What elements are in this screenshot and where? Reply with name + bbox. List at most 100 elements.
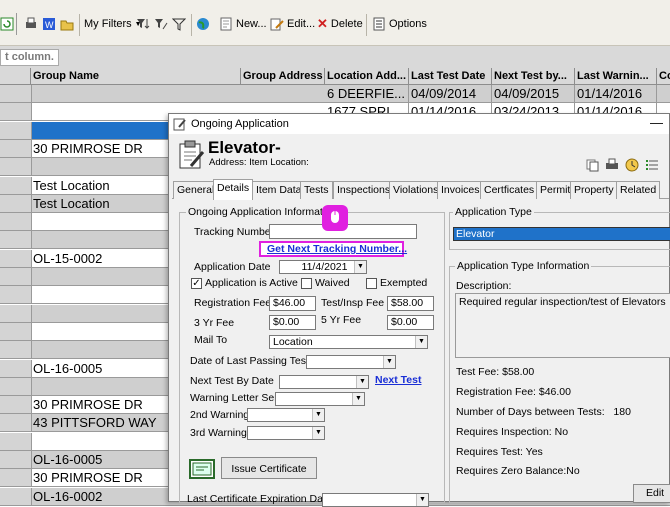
tab-invoices[interactable]: Invoices	[437, 181, 484, 199]
row-selector[interactable]	[0, 194, 32, 212]
tab-related[interactable]: Related	[616, 181, 661, 199]
word-export-button[interactable]: W	[42, 15, 56, 33]
group-by-hint[interactable]: t column.	[0, 49, 59, 66]
chevron-down-icon: ▼	[354, 261, 366, 273]
mail-to-label: Mail To	[194, 334, 228, 346]
description-label: Description:	[456, 280, 512, 292]
row-selector[interactable]	[0, 249, 32, 267]
new-label: New...	[236, 18, 267, 30]
last-passing-test-picker[interactable]: ▼	[306, 355, 396, 369]
tab-details[interactable]: Details	[213, 179, 254, 200]
issue-certificate-button[interactable]: Issue Certificate	[221, 457, 317, 479]
last-cert-expiration-picker[interactable]: ▼	[322, 493, 429, 507]
application-type-select[interactable]: Elevator	[453, 227, 670, 241]
warning-letter-sent-picker[interactable]: ▼	[275, 392, 365, 406]
row-selector[interactable]	[0, 451, 32, 468]
list-icon[interactable]	[645, 158, 659, 172]
open-folder-button[interactable]	[60, 15, 74, 33]
exempted-checkbox[interactable]	[366, 278, 377, 289]
row-selector[interactable]	[0, 213, 32, 231]
tab-violations[interactable]: Violations	[389, 181, 443, 199]
clock-icon[interactable]	[625, 158, 639, 172]
new-button[interactable]: New...	[219, 15, 267, 33]
folder-icon	[60, 20, 74, 31]
row-selector[interactable]	[0, 432, 32, 450]
tab-certificates[interactable]: Certficates	[480, 181, 539, 199]
edit-type-button[interactable]: Edit	[633, 484, 670, 503]
column-header-location-address[interactable]: Location Add...	[325, 68, 409, 85]
tab-permit[interactable]: Permit	[536, 181, 575, 199]
dialog-title-bar[interactable]: Ongoing Application —	[169, 114, 669, 134]
application-info-title: Ongoing Application Information	[186, 206, 339, 218]
tab-general[interactable]: General	[173, 181, 219, 199]
group-name-cell: 30 PRIMROSE DR	[33, 470, 143, 486]
filter-button[interactable]	[172, 15, 186, 33]
mail-to-select[interactable]: Location ▼	[269, 335, 428, 349]
tab-inspections[interactable]: Inspections	[333, 181, 395, 199]
copy-icon[interactable]	[585, 158, 599, 172]
row-selector[interactable]	[0, 158, 32, 176]
row-selector[interactable]	[0, 414, 32, 432]
filter-edit-button[interactable]	[154, 15, 168, 33]
column-header-group-address[interactable]: Group Address	[241, 68, 325, 85]
refresh-icon	[0, 17, 14, 31]
row-selector[interactable]	[0, 286, 32, 304]
tab-property[interactable]: Property	[570, 181, 618, 199]
application-date-picker[interactable]: 11/4/2021 ▼	[279, 260, 367, 274]
tab-item-data[interactable]: Item Data	[252, 181, 306, 199]
print-button[interactable]	[24, 15, 38, 33]
five-yr-fee-input[interactable]: $0.00	[387, 315, 434, 330]
printer-icon[interactable]	[605, 158, 619, 172]
delete-button[interactable]: ✕ Delete	[317, 15, 363, 33]
filter-sort-button[interactable]	[136, 15, 150, 33]
refresh-button[interactable]	[0, 13, 17, 35]
map-button[interactable]	[196, 15, 210, 33]
row-selector[interactable]	[0, 469, 32, 487]
main-toolbar: W My Filters ▼ New... Edit... ✕ Delete Op…	[0, 0, 670, 46]
row-selector[interactable]	[0, 322, 32, 340]
waived-checkbox[interactable]	[301, 278, 312, 289]
get-next-tracking-number-link[interactable]: Get Next Tracking Number...	[267, 243, 407, 255]
test-insp-fee-input[interactable]: $58.00	[387, 296, 434, 311]
row-selector[interactable]	[0, 103, 32, 121]
group-name-cell: Test Location	[33, 195, 110, 211]
column-header-next-test-by[interactable]: Next Test by...	[492, 68, 575, 85]
is-active-checkbox[interactable]: ✓	[191, 278, 202, 289]
row-selector[interactable]	[0, 121, 32, 139]
options-button[interactable]: Options	[372, 15, 427, 33]
edit-icon	[270, 18, 284, 31]
row-selector[interactable]	[0, 341, 32, 359]
group-name-cell	[31, 122, 171, 139]
row-selector[interactable]	[0, 396, 32, 414]
row-selector[interactable]	[0, 377, 32, 395]
registration-fee-input[interactable]: $46.00	[269, 296, 316, 311]
row-selector[interactable]	[0, 139, 32, 157]
column-header-last-test-date[interactable]: Last Test Date	[409, 68, 492, 85]
group-name-cell	[31, 213, 171, 230]
column-header-group-name[interactable]: Group Name	[31, 68, 241, 85]
row-selector[interactable]	[0, 268, 32, 285]
waived-label: Waived	[315, 277, 350, 289]
row-selector[interactable]	[0, 359, 32, 377]
next-test-by-picker[interactable]: ▼	[279, 375, 369, 389]
edit-button[interactable]: Edit...	[270, 15, 315, 33]
second-warning-picker[interactable]: ▼	[247, 408, 325, 422]
days-between-tests-label: Number of Days between Tests:	[456, 406, 605, 418]
globe-icon	[197, 18, 209, 30]
third-warning-picker[interactable]: ▼	[247, 426, 325, 440]
third-warning-label: 3rd Warning	[190, 427, 247, 439]
three-yr-fee-input[interactable]: $0.00	[269, 315, 316, 330]
row-selector[interactable]	[0, 487, 32, 505]
row-selector[interactable]	[0, 231, 32, 249]
filter-icon	[172, 18, 186, 31]
my-filters-menu[interactable]: My Filters ▼	[84, 15, 142, 33]
minimize-icon[interactable]: —	[650, 113, 663, 133]
column-header-co[interactable]: Co	[657, 68, 670, 85]
next-test-link[interactable]: Next Test	[375, 374, 422, 386]
column-header-last-warning[interactable]: Last Warnin...	[575, 68, 657, 85]
tab-tests[interactable]: Tests	[300, 181, 333, 199]
row-selector[interactable]	[0, 85, 32, 102]
row-selector[interactable]	[0, 176, 32, 194]
row-selector[interactable]	[0, 304, 32, 322]
table-row[interactable]: 6 DEERFIE... 04/09/2014 04/09/2015 01/14/20…	[0, 85, 670, 103]
